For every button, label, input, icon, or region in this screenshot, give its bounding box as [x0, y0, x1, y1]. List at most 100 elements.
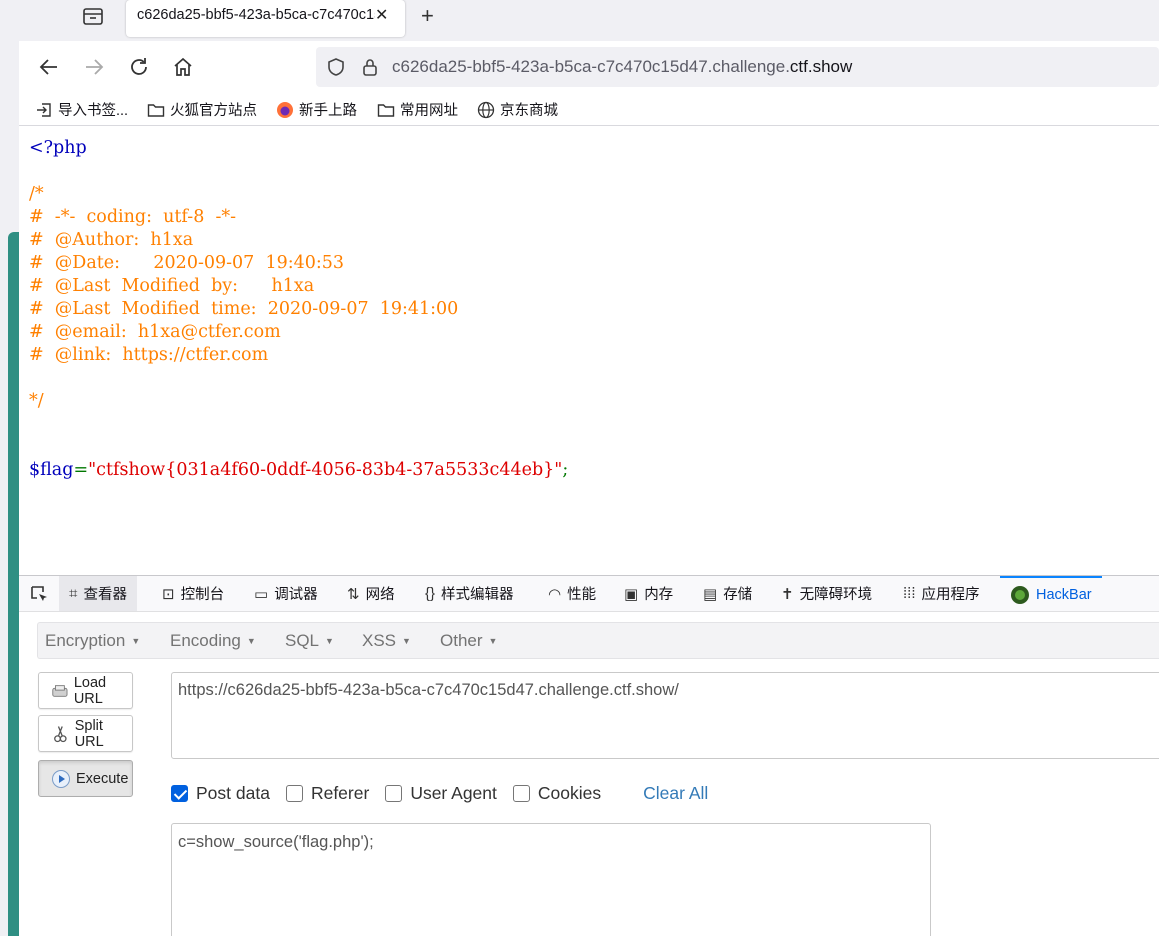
tab-list-icon[interactable] [82, 6, 106, 26]
tab-style-editor[interactable]: {} 样式编辑器 [425, 576, 514, 611]
bookmark-label: 新手上路 [299, 103, 357, 119]
bookmark-label: 常用网址 [400, 103, 458, 119]
menu-encoding[interactable]: Encoding ▼ [170, 631, 256, 651]
referer-checkbox[interactable]: Referer [285, 782, 370, 804]
bookmark-import[interactable]: 导入书签... [35, 99, 128, 120]
tab-performance[interactable]: ◠ 性能 [548, 576, 596, 611]
tab-debugger[interactable]: ▭ 调试器 [254, 576, 318, 611]
load-url-icon [52, 684, 68, 697]
storage-icon: ▤ [703, 585, 718, 603]
left-window-edge [0, 0, 19, 936]
checkbox-label: User Agent [410, 782, 497, 803]
shield-icon[interactable] [326, 57, 346, 82]
comment-line: # -*- coding: utf-8 -*- [29, 207, 237, 227]
tab-storage[interactable]: ▤ 存储 [703, 576, 752, 611]
element-picker-icon[interactable] [29, 576, 49, 611]
assign-operator: = [73, 460, 89, 480]
grid-icon: ⁞⁞⁞ [903, 585, 916, 602]
clear-all-link[interactable]: Clear All [643, 783, 708, 804]
caret-down-icon: ▼ [131, 636, 141, 646]
tab-title: c626da25-bbf5-423a-b5ca-c7c470c15d47.cha… [137, 7, 375, 23]
tab-label: 网络 [365, 587, 395, 603]
menu-xss[interactable]: XSS ▼ [362, 631, 411, 651]
menu-other[interactable]: Other ▼ [440, 631, 497, 651]
reload-icon[interactable] [127, 55, 151, 79]
tab-accessibility[interactable]: ✝ 无障碍环境 [781, 576, 872, 611]
post-data-checkbox[interactable]: Post data [171, 783, 270, 804]
checkbox-label: Referer [310, 782, 370, 803]
menu-encryption[interactable]: Encryption ▼ [45, 631, 140, 651]
bookmark-label: 火狐官方站点 [170, 103, 257, 119]
bookmark-common-sites[interactable]: 常用网址 [377, 99, 458, 120]
tab-console[interactable]: ⊡ 控制台 [162, 576, 224, 611]
chip-icon: ▣ [624, 585, 639, 603]
bookmark-getting-started[interactable]: 新手上路 [276, 99, 357, 120]
tab-inspector[interactable]: ⌗ 查看器 [59, 576, 137, 611]
comment-line: # @link: https://ctfer.com [29, 345, 269, 365]
php-open-tag: <?php [29, 138, 87, 158]
tab-memory[interactable]: ▣ 内存 [624, 576, 673, 611]
tab-label: 调试器 [274, 587, 318, 603]
globe-icon [477, 101, 495, 118]
tab-network[interactable]: ⇅ 网络 [347, 576, 395, 611]
menu-label: SQL [285, 631, 320, 650]
checkbox-label: Post data [196, 782, 270, 803]
scissors-icon [54, 725, 67, 742]
console-icon: ⊡ [162, 585, 175, 603]
home-icon[interactable] [171, 55, 195, 79]
url-domain: ctf.show [789, 57, 853, 76]
tab-label: 内存 [644, 587, 674, 603]
execute-button[interactable]: Execute [38, 760, 133, 797]
load-url-button[interactable]: Load URL [38, 672, 133, 709]
braces-icon: {} [425, 585, 436, 602]
new-tab-icon[interactable]: + [421, 3, 434, 29]
address-bar[interactable]: c626da25-bbf5-423a-b5ca-c7c470c15d47.cha… [316, 47, 1159, 87]
button-label: Load URL [73, 674, 107, 707]
comment-line: # @Last Modified time: 2020-09-07 19:41:… [29, 299, 459, 319]
tab-label: 存储 [723, 587, 753, 603]
comment-line: # @email: h1xa@ctfer.com [29, 322, 281, 342]
accessibility-icon: ✝ [781, 585, 794, 603]
back-arrow-icon[interactable] [37, 55, 61, 79]
network-icon: ⇅ [347, 585, 360, 603]
url-textarea[interactable]: https://c626da25-bbf5-423a-b5ca-c7c470c1… [171, 672, 1159, 759]
import-icon [37, 102, 51, 117]
caret-down-icon: ▼ [246, 636, 256, 646]
tab-hackbar[interactable]: HackBar [1000, 576, 1102, 611]
post-data-textarea[interactable]: c=show_source('flag.php'); [171, 823, 931, 936]
lock-icon[interactable] [360, 57, 380, 82]
debugger-icon: ▭ [254, 585, 269, 603]
firefox-icon [277, 101, 293, 118]
bookmark-jd[interactable]: 京东商城 [477, 99, 558, 120]
inspector-icon: ⌗ [69, 585, 78, 602]
forward-arrow-icon[interactable] [82, 55, 106, 79]
active-tab[interactable]: c626da25-bbf5-423a-b5ca-c7c470c15d47.cha… [126, 0, 405, 37]
url-text[interactable]: c626da25-bbf5-423a-b5ca-c7c470c15d47.cha… [392, 57, 852, 77]
bookmark-label: 导入书签... [58, 103, 129, 119]
bookmark-firefox-site[interactable]: 火狐官方站点 [147, 99, 257, 120]
gauge-icon: ◠ [548, 585, 562, 603]
button-label: Execute [76, 770, 129, 787]
split-url-button[interactable]: Split URL [38, 715, 133, 752]
flag-string: "ctfshow{031a4f60-0ddf-4056-83b4-37a5533… [88, 460, 563, 480]
tab-label: 应用程序 [921, 587, 980, 603]
button-label: Split URL [74, 717, 104, 750]
checkbox-unchecked[interactable] [285, 784, 303, 802]
tab-label: 无障碍环境 [799, 587, 873, 603]
close-tab-icon[interactable]: ✕ [375, 5, 388, 25]
comment-line: # @Date: 2020-09-07 19:40:53 [29, 253, 345, 273]
cookies-checkbox[interactable]: Cookies [512, 783, 601, 804]
tab-application[interactable]: ⁞⁞⁞ 应用程序 [903, 576, 980, 611]
comment-line: # @Author: h1xa [29, 230, 194, 250]
menu-sql[interactable]: SQL ▼ [285, 631, 334, 651]
options-row: Post data Referer User Agent Cookies Cle… [171, 781, 708, 805]
browser-window: c626da25-bbf5-423a-b5ca-c7c470c15d47.cha… [19, 0, 1159, 936]
checkbox-unchecked[interactable] [385, 784, 403, 802]
tab-label: 查看器 [83, 587, 127, 603]
comment-line: */ [29, 391, 44, 411]
user-agent-checkbox[interactable]: User Agent [385, 783, 497, 804]
hackbar-icon [1011, 585, 1029, 604]
caret-down-icon: ▼ [325, 636, 334, 646]
checkbox-unchecked[interactable] [512, 784, 530, 802]
checkbox-checked[interactable] [171, 784, 188, 802]
